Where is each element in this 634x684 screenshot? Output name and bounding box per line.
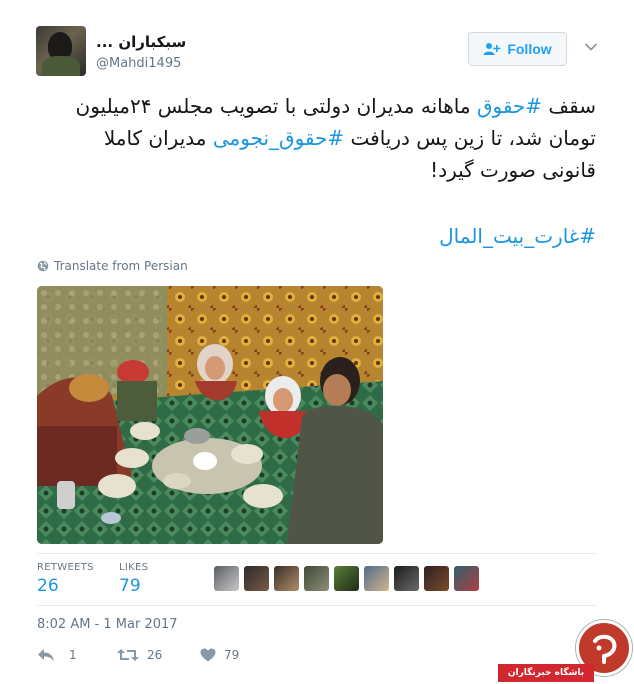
reply-icon	[38, 649, 54, 661]
follow-user-icon	[483, 43, 501, 55]
tweet-actions: 1 26 79	[37, 648, 337, 668]
reply-count: 1	[69, 648, 77, 662]
tweet-text-segment: تومان شد، تا زین پس دریافت	[344, 126, 596, 150]
retweet-action[interactable]: 26	[117, 648, 162, 662]
tweet-text-segment: مدیران کاملا	[103, 126, 213, 150]
hashtag-link[interactable]: #حقوق	[477, 94, 542, 118]
heart-icon	[200, 648, 216, 662]
chevron-down-icon[interactable]	[584, 40, 598, 54]
tweet-line-2: تومان شد، تا زین پس دریافت #حقوق_نجومی م…	[36, 122, 596, 154]
tweet-text-segment: ماهانه مدیران دولتی با تصویب مجلس ۲۴میلی…	[75, 94, 477, 118]
liker-avatar[interactable]	[214, 566, 239, 591]
tweet-text: سقف #حقوق ماهانه مدیران دولتی با تصویب م…	[36, 90, 596, 186]
photo-illustration	[37, 286, 383, 544]
liker-avatars	[214, 566, 479, 591]
reply-action[interactable]: 1	[37, 648, 77, 662]
username[interactable]: @Mahdi1495	[96, 56, 181, 71]
liker-avatar[interactable]	[274, 566, 299, 591]
likes-label: LIKES	[119, 562, 149, 573]
divider	[37, 605, 597, 606]
retweets-label: RETWEETS	[37, 562, 94, 573]
avatar-body-shape	[42, 56, 80, 76]
globe-icon	[37, 260, 49, 272]
tweet-line-1: سقف #حقوق ماهانه مدیران دولتی با تصویب م…	[36, 90, 596, 122]
tweet-text-segment: سقف	[542, 94, 596, 118]
liker-avatar[interactable]	[424, 566, 449, 591]
liker-avatar[interactable]	[244, 566, 269, 591]
liker-avatar[interactable]	[364, 566, 389, 591]
liker-avatar[interactable]	[394, 566, 419, 591]
retweet-count: 26	[147, 648, 163, 662]
likes-count: 79	[119, 576, 141, 596]
tweet-header: سبکباران ... @Mahdi1495 Follow	[36, 26, 601, 76]
watermark-label: باشگاه خبرنگاران	[498, 664, 594, 682]
watermark-logo: باشگاه خبرنگاران	[498, 620, 634, 684]
like-action[interactable]: 79	[200, 648, 239, 662]
divider	[37, 553, 597, 554]
tweet-timestamp[interactable]: 8:02 AM - 1 Mar 2017	[37, 617, 178, 632]
liker-avatar[interactable]	[454, 566, 479, 591]
follow-button[interactable]: Follow	[468, 32, 567, 66]
likes-stat[interactable]: LIKES 79	[119, 562, 148, 596]
display-name[interactable]: سبکباران ...	[96, 33, 186, 51]
follow-label: Follow	[507, 41, 552, 57]
tweet-line-3: قانونی صورت گیرد!	[430, 158, 596, 182]
hashtag-link[interactable]: #حقوق_نجومی	[213, 126, 344, 150]
avatar[interactable]	[36, 26, 86, 76]
retweets-count: 26	[37, 576, 59, 596]
retweet-icon	[117, 649, 139, 661]
hashtag-link[interactable]: #غارت_بیت_المال	[36, 220, 596, 252]
translate-link[interactable]: Translate from Persian	[37, 259, 188, 273]
liker-avatar[interactable]	[304, 566, 329, 591]
retweets-stat[interactable]: RETWEETS 26	[37, 562, 94, 596]
like-count: 79	[224, 648, 240, 662]
tweet-photo[interactable]	[37, 286, 383, 544]
watermark-glyph	[593, 634, 617, 664]
translate-label: Translate from Persian	[54, 259, 188, 273]
liker-avatar[interactable]	[334, 566, 359, 591]
